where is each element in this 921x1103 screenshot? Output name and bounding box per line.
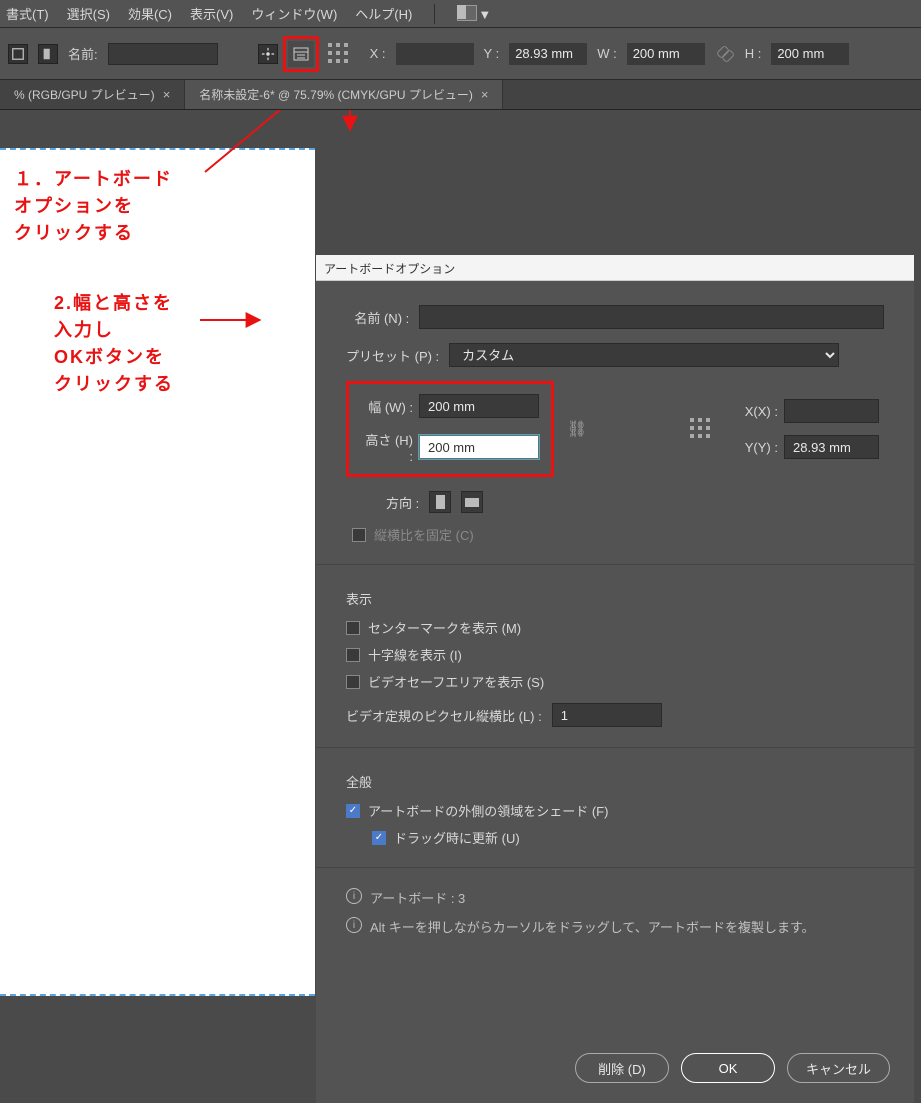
y-label: Y :	[484, 46, 500, 61]
link-wh-icon[interactable]	[715, 44, 735, 64]
dialog-title: アートボードオプション	[316, 255, 914, 281]
menu-format[interactable]: 書式(T)	[6, 4, 49, 23]
dlg-orient-label: 方向 :	[386, 493, 419, 512]
dlg-w-label: 幅 (W) :	[361, 397, 419, 416]
info-icon: i	[346, 917, 362, 933]
menu-view[interactable]: 表示(V)	[190, 4, 233, 23]
dlg-preset-label: プリセット (P) :	[346, 346, 439, 365]
orientation-icon[interactable]	[38, 44, 58, 64]
delete-button[interactable]: 削除 (D)	[575, 1053, 669, 1083]
callout-2: 2.幅と高さを 入力し OKボタンを クリックする	[54, 290, 174, 398]
orient-landscape-button[interactable]	[461, 491, 483, 513]
dlg-y-input[interactable]	[784, 435, 879, 459]
cancel-button[interactable]: キャンセル	[787, 1053, 890, 1083]
video-safe-label: ビデオセーフエリアを表示 (S)	[368, 672, 544, 691]
center-mark-checkbox[interactable]	[346, 621, 360, 635]
tab-doc1-close-icon[interactable]: ×	[163, 87, 171, 102]
wh-highlight-box: 幅 (W) : 高さ (H) :	[346, 381, 554, 477]
link-wh-chain-icon[interactable]: ⛓	[568, 409, 586, 449]
w-label: W :	[597, 46, 617, 61]
lock-ratio-label: 縦横比を固定 (C)	[374, 525, 474, 544]
artboard-options-button[interactable]	[288, 41, 314, 67]
update-drag-label: ドラッグ時に更新 (U)	[394, 828, 520, 847]
dlg-y-label: Y(Y) :	[734, 440, 784, 455]
tab-doc2-close-icon[interactable]: ×	[481, 87, 489, 102]
document-tab-bar: % (RGB/GPU プレビュー) × 名称未設定-6* @ 75.79% (C…	[0, 80, 921, 110]
name-input[interactable]	[108, 43, 218, 65]
tab-doc2-label: 名称未設定-6* @ 75.79% (CMYK/GPU プレビュー)	[199, 86, 473, 103]
menu-select[interactable]: 選択(S)	[67, 4, 110, 23]
name-label: 名前:	[68, 44, 98, 63]
display-section-title: 表示	[346, 589, 884, 608]
dlg-name-input[interactable]	[419, 305, 884, 329]
shade-outside-label: アートボードの外側の領域をシェード (F)	[368, 801, 608, 820]
menu-effect[interactable]: 効果(C)	[128, 4, 172, 23]
tab-doc2[interactable]: 名称未設定-6* @ 75.79% (CMYK/GPU プレビュー) ×	[185, 80, 503, 109]
w-input[interactable]	[627, 43, 705, 65]
artboard-count-info: アートボード : 3	[370, 888, 465, 907]
artboard-tip-info: Alt キーを押しながらカーソルをドラッグして、アートボードを複製します。	[370, 917, 815, 936]
reference-point-grid[interactable]	[328, 43, 350, 65]
pixel-ratio-label: ビデオ定規のピクセル縦横比 (L) :	[346, 706, 542, 725]
move-with-artboard-icon[interactable]	[258, 44, 278, 64]
artboard-tool-icon[interactable]	[8, 44, 28, 64]
crosshair-label: 十字線を表示 (I)	[368, 645, 462, 664]
dlg-x-input[interactable]	[784, 399, 879, 423]
h-label: H :	[745, 46, 762, 61]
shade-outside-checkbox[interactable]	[346, 804, 360, 818]
y-input[interactable]	[509, 43, 587, 65]
canvas-area[interactable]	[0, 148, 315, 996]
center-mark-label: センターマークを表示 (M)	[368, 618, 521, 637]
x-input[interactable]	[396, 43, 474, 65]
general-section-title: 全般	[346, 772, 884, 791]
dlg-preset-select[interactable]: カスタム	[449, 343, 839, 367]
dlg-name-label: 名前 (N) :	[346, 308, 409, 327]
dlg-reference-point-grid[interactable]	[690, 418, 712, 440]
lock-ratio-checkbox[interactable]	[352, 528, 366, 542]
dlg-x-label: X(X) :	[734, 404, 784, 419]
pixel-ratio-input[interactable]	[552, 703, 662, 727]
ok-button[interactable]: OK	[681, 1053, 775, 1083]
video-safe-checkbox[interactable]	[346, 675, 360, 689]
dlg-h-label: 高さ (H) :	[361, 430, 419, 464]
info-icon: i	[346, 888, 362, 904]
options-bar: 名前: X : Y : W : H :	[0, 28, 921, 80]
menu-separator	[434, 4, 435, 24]
dlg-h-input[interactable]	[419, 435, 539, 459]
workspace-switcher[interactable]: ▼	[457, 5, 491, 22]
tab-doc1[interactable]: % (RGB/GPU プレビュー) ×	[0, 80, 185, 109]
tab-doc1-label: % (RGB/GPU プレビュー)	[14, 86, 155, 103]
artboard-options-dialog: アートボードオプション 名前 (N) : プリセット (P) : カスタム 幅 …	[316, 255, 914, 1103]
h-input[interactable]	[771, 43, 849, 65]
callout-1: １．アートボード オプションを クリックする	[14, 166, 173, 247]
dlg-w-input[interactable]	[419, 394, 539, 418]
workspace: １．アートボード オプションを クリックする 2.幅と高さを 入力し OKボタン…	[0, 110, 921, 1006]
crosshair-checkbox[interactable]	[346, 648, 360, 662]
menu-help[interactable]: ヘルプ(H)	[355, 4, 412, 23]
x-label: X :	[370, 46, 386, 61]
menu-window[interactable]: ウィンドウ(W)	[251, 4, 337, 23]
orient-portrait-button[interactable]	[429, 491, 451, 513]
menu-bar: 書式(T) 選択(S) 効果(C) 表示(V) ウィンドウ(W) ヘルプ(H) …	[0, 0, 921, 28]
update-drag-checkbox[interactable]	[372, 831, 386, 845]
